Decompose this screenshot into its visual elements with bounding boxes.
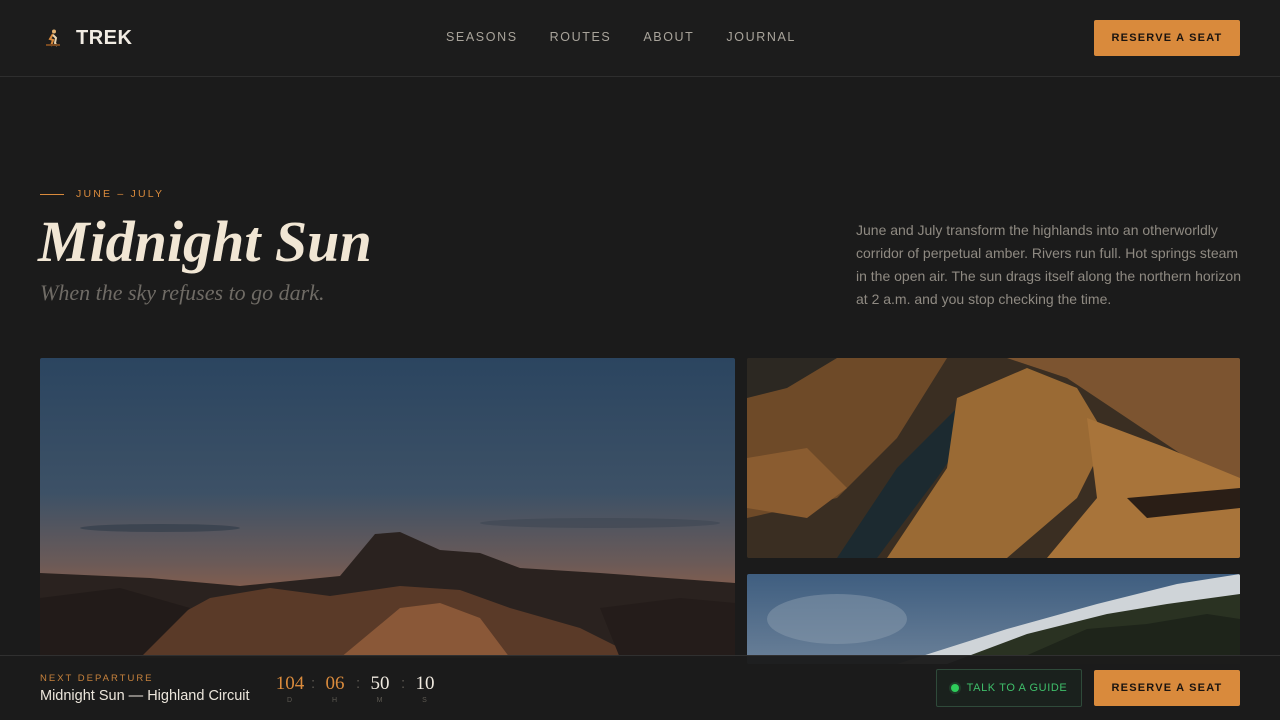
countdown-days: 104 [275, 673, 305, 694]
talk-to-guide-label: TALK TO A GUIDE [966, 682, 1068, 694]
countdown-days-unit: D [286, 697, 294, 704]
nav-seasons[interactable]: SEASONS [446, 30, 518, 44]
season-description: June and July transform the highlands in… [856, 222, 1241, 307]
online-status-icon [950, 684, 959, 692]
nav-journal[interactable]: JOURNAL [726, 30, 796, 44]
volcano-photo [40, 358, 735, 658]
canyon-photo [747, 358, 1240, 558]
departure-bar: NEXT DEPARTURE Midnight Sun — Highland C… [0, 655, 1280, 720]
countdown-seconds-unit: S [422, 697, 428, 704]
season-eyebrow: JUNE – JULY [40, 188, 164, 200]
departure-trip-name: Midnight Sun — Highland Circuit [40, 688, 250, 704]
forest-photo [747, 574, 1240, 664]
nav-about[interactable]: ABOUT [643, 30, 694, 44]
page-title: Midnight Sun [38, 209, 372, 274]
hiker-icon [40, 25, 66, 51]
talk-to-guide-button[interactable]: TALK TO A GUIDE [936, 669, 1082, 707]
nav-routes[interactable]: ROUTES [550, 30, 612, 44]
countdown-seconds: 10 [415, 673, 435, 694]
reserve-seat-button[interactable]: RESERVE A SEAT [1094, 20, 1240, 56]
countdown-hours: 06 [325, 673, 345, 694]
reserve-seat-bottom-button[interactable]: RESERVE A SEAT [1094, 670, 1240, 706]
countdown-hours-unit: H [331, 697, 339, 704]
page-subtitle: When the sky refuses to go dark. [40, 280, 325, 305]
season-dates: JUNE – JULY [76, 188, 165, 200]
countdown-minutes: 50 [370, 673, 390, 694]
next-departure-label: NEXT DEPARTURE [40, 673, 154, 684]
brand-name: TREK [76, 26, 133, 49]
eyebrow-divider [40, 193, 64, 195]
countdown-minutes-unit: M [376, 697, 384, 704]
main-nav: SEASONS ROUTES ABOUT JOURNAL [446, 30, 828, 44]
brand-logo[interactable]: TREK [40, 24, 132, 52]
site-header: TREK SEASONS ROUTES ABOUT JOURNAL RESERV… [0, 0, 1280, 77]
